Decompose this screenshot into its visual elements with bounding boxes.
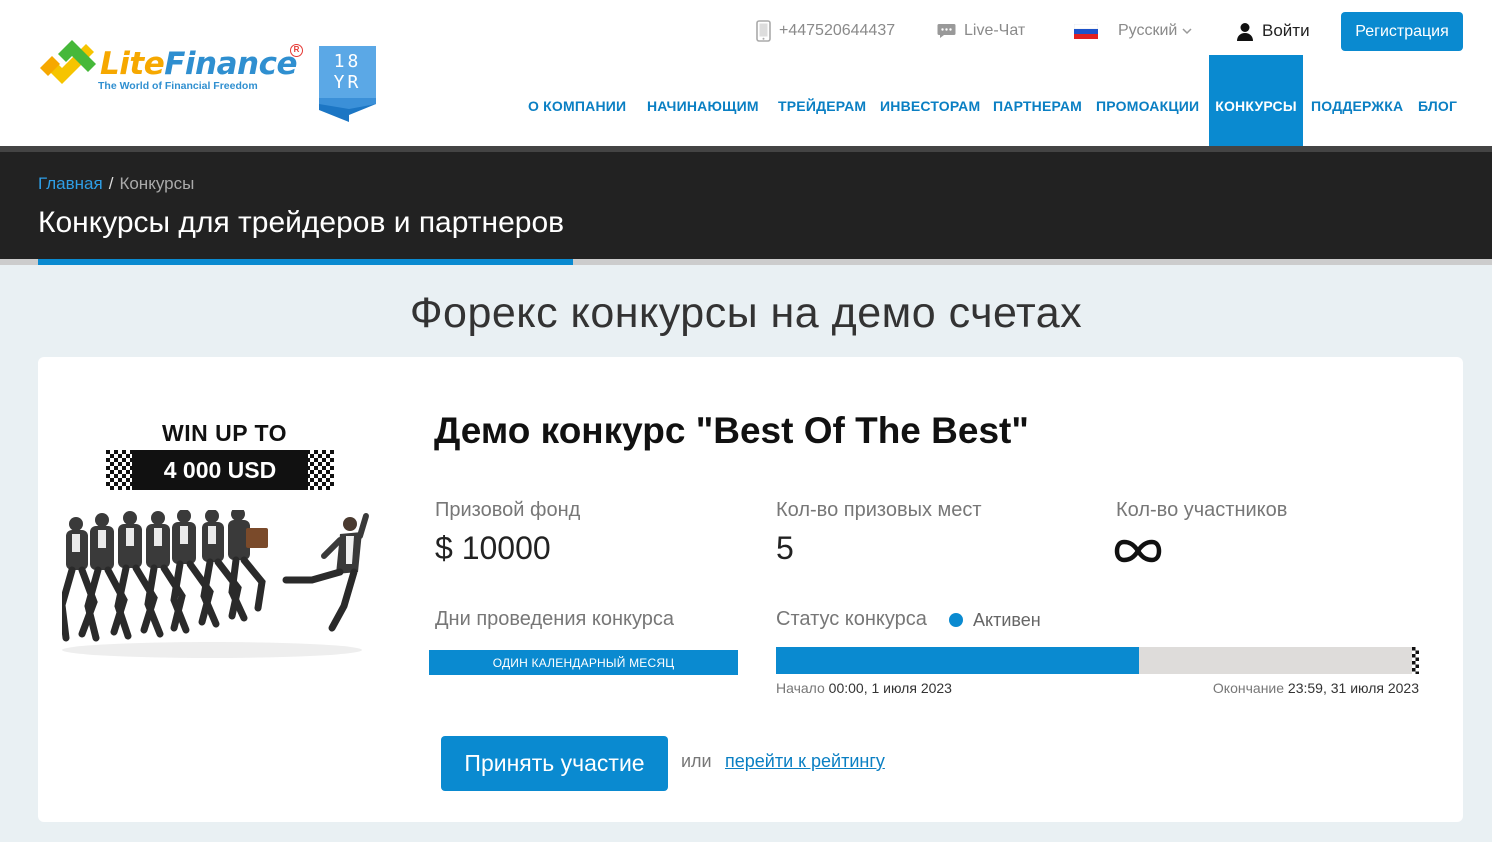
- nav-item-contests[interactable]: КОНКУРСЫ: [1209, 55, 1303, 146]
- status-value: Активен: [973, 610, 1041, 630]
- nav-item-promotions[interactable]: ПРОМОАКЦИИ: [1096, 55, 1199, 146]
- mobile-phone-icon: [756, 20, 771, 42]
- promo-headline: WIN UP TO: [162, 420, 288, 446]
- breadcrumb-separator: /: [108, 174, 114, 193]
- status-label: Статус конкурса: [776, 608, 927, 630]
- chevron-down-icon: [1182, 27, 1192, 35]
- prize-fund-value: $ 10000: [435, 530, 551, 566]
- contest-promo-image: WIN UP TO 4 000 USD: [62, 418, 372, 663]
- or-text: или: [681, 751, 712, 771]
- band-accent-line: [38, 259, 573, 265]
- progress-fill: [776, 647, 1140, 674]
- site-header: LiteFinance R The World of Financial Fre…: [0, 0, 1492, 146]
- section-title: Форекс конкурсы на демо счетах: [409, 289, 1083, 337]
- rating-link[interactable]: перейти к рейтингу: [725, 751, 885, 772]
- breadcrumb-home-link[interactable]: Главная: [38, 174, 103, 193]
- days-label: Дни проведения конкурса: [435, 608, 675, 630]
- register-button[interactable]: Регистрация: [1341, 12, 1463, 51]
- finish-flag-icon: [1412, 647, 1419, 674]
- language-label: Русский: [1118, 22, 1178, 39]
- join-contest-button[interactable]: Принять участие: [441, 736, 668, 791]
- chat-icon: [937, 23, 956, 39]
- main-nav: О КОМПАНИИ НАЧИНАЮЩИМ ТРЕЙДЕРАМ ИНВЕСТОР…: [0, 55, 1492, 146]
- nav-item-about[interactable]: О КОМПАНИИ: [528, 55, 626, 146]
- running-businessmen-illustration: [62, 510, 369, 658]
- phone-number: +447520644437: [779, 22, 896, 39]
- chat-label: Live-Чат: [964, 22, 1026, 39]
- nav-item-blog[interactable]: БЛОГ: [1418, 55, 1457, 146]
- prize-places-label: Кол-во призовых мест: [776, 499, 982, 521]
- nav-item-investors[interactable]: ИНВЕСТОРАМ: [880, 55, 980, 146]
- prize-fund-label: Призовой фонд: [435, 499, 581, 521]
- login-label: Войти: [1262, 21, 1310, 40]
- contest-title: Демо конкурс "Best Of The Best": [434, 410, 1029, 451]
- breadcrumb: Главная / Конкурсы: [38, 174, 194, 194]
- promo-amount: 4 000 USD: [132, 450, 308, 490]
- russian-flag-icon: [1074, 23, 1098, 39]
- nav-item-traders[interactable]: ТРЕЙДЕРАМ: [778, 55, 866, 146]
- days-value-bar: ОДИН КАЛЕНДАРНЫЙ МЕСЯЦ: [429, 650, 738, 675]
- infinity-icon: [1114, 539, 1162, 563]
- promo-amount-banner: 4 000 USD: [106, 450, 334, 490]
- page-title: Конкурсы для трейдеров и партнеров: [38, 206, 565, 239]
- contest-end-date: Окончание 23:59, 31 июля 2023: [1212, 680, 1419, 696]
- nav-item-beginners[interactable]: НАЧИНАЮЩИМ: [647, 55, 759, 146]
- participants-label: Кол-во участников: [1116, 499, 1288, 521]
- nav-item-support[interactable]: ПОДДЕРЖКА: [1311, 55, 1403, 146]
- login-link[interactable]: Войти: [1236, 14, 1310, 48]
- live-chat-link[interactable]: Live-Чат: [937, 14, 1025, 48]
- prize-places-value: 5: [776, 530, 794, 566]
- user-icon: [1236, 22, 1254, 41]
- contest-progress-bar: [776, 647, 1419, 674]
- phone-link[interactable]: +447520644437: [756, 14, 895, 48]
- nav-item-partners[interactable]: ПАРТНЕРАМ: [993, 55, 1082, 146]
- breadcrumb-current: Конкурсы: [119, 174, 195, 193]
- contest-start-date: Начало 00:00, 1 июля 2023: [776, 680, 952, 696]
- status-dot-icon: [949, 613, 963, 627]
- language-selector[interactable]: Русский: [1074, 14, 1192, 48]
